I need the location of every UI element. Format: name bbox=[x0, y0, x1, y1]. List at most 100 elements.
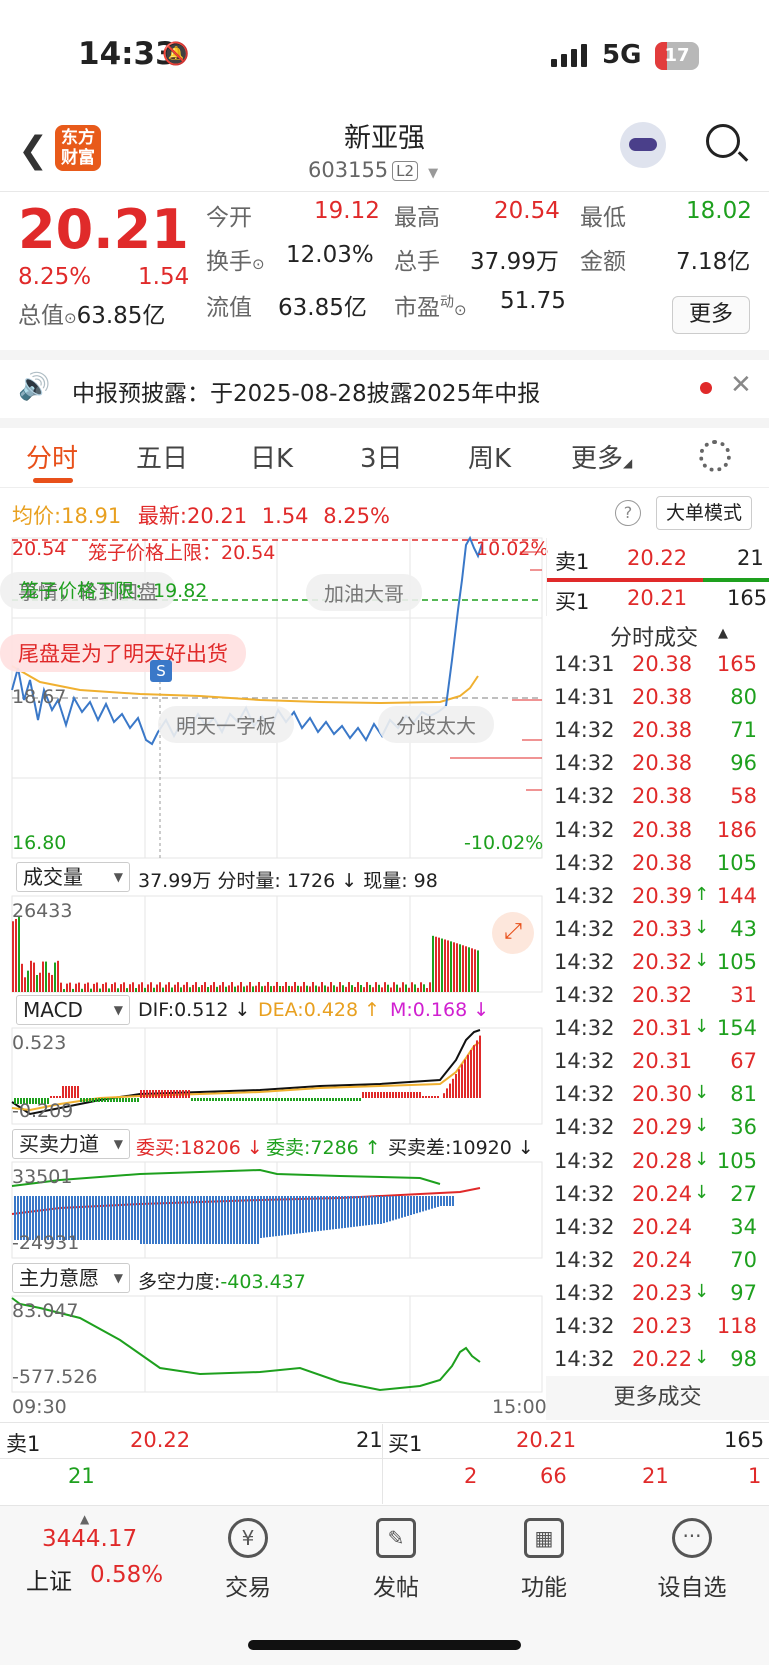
bar bbox=[359, 1196, 361, 1227]
bar bbox=[455, 1074, 457, 1098]
bar bbox=[80, 1098, 82, 1102]
force-dropdown[interactable]: 买卖力道 bbox=[12, 1129, 130, 1159]
bar bbox=[245, 1098, 247, 1101]
force-diff: 买卖差:10920 ↓ bbox=[388, 1137, 534, 1159]
bar bbox=[150, 982, 152, 992]
bar bbox=[357, 982, 359, 992]
nav-post[interactable]: ✎ 发帖 bbox=[346, 1518, 446, 1602]
signal-marker[interactable]: S bbox=[150, 660, 172, 682]
ticks-title[interactable]: 分时成交 bbox=[610, 620, 698, 652]
more-ticks-button[interactable]: 更多成交 bbox=[546, 1376, 769, 1420]
nav-add-watchlist[interactable]: ··· 设自选 bbox=[642, 1518, 742, 1602]
bar bbox=[167, 1196, 169, 1244]
tick-row: 14:31 20.38 80 bbox=[554, 685, 757, 710]
bar bbox=[222, 982, 224, 992]
bar bbox=[375, 982, 377, 992]
expand-icon[interactable]: ⤢ bbox=[492, 912, 534, 954]
bar bbox=[59, 1096, 61, 1098]
bar bbox=[272, 1196, 274, 1237]
bar bbox=[204, 982, 206, 992]
tab-indicator bbox=[33, 478, 73, 483]
bar bbox=[215, 1098, 217, 1101]
bar bbox=[164, 1196, 166, 1244]
index-value[interactable]: 3444.17 bbox=[42, 1526, 137, 1552]
bar bbox=[359, 1098, 361, 1101]
tick-row: 14:32 20.38 186 bbox=[554, 817, 757, 842]
bar bbox=[98, 1098, 100, 1102]
bar bbox=[137, 1098, 139, 1102]
tab-daily-k[interactable]: 日K bbox=[250, 438, 293, 475]
bottom-buy-row2-cell: 2 bbox=[464, 1464, 478, 1488]
tick-row: 14:32 20.31 ↓ 154 bbox=[554, 1016, 757, 1041]
bar bbox=[116, 1098, 118, 1102]
tab-intraday[interactable]: 分时 bbox=[26, 438, 78, 475]
bar bbox=[296, 1098, 298, 1101]
bar bbox=[278, 1098, 280, 1101]
nav-trade[interactable]: ¥ 交易 bbox=[198, 1518, 298, 1602]
expand-up-icon[interactable]: ▲ bbox=[80, 1512, 89, 1526]
tab-weekly-k[interactable]: 周K bbox=[468, 438, 511, 475]
macd-dropdown[interactable]: MACD bbox=[16, 995, 130, 1025]
stock-code-selector[interactable]: 603155 L2 ▼ bbox=[308, 158, 438, 182]
bar bbox=[362, 1092, 364, 1098]
divider bbox=[0, 350, 769, 360]
bar bbox=[401, 1196, 403, 1218]
bar bbox=[206, 1098, 208, 1101]
bar bbox=[194, 1098, 196, 1101]
bar bbox=[360, 985, 362, 992]
grid-icon: ▦ bbox=[524, 1518, 564, 1558]
bar bbox=[104, 1098, 106, 1102]
bar bbox=[233, 1098, 235, 1101]
bar bbox=[407, 1092, 409, 1098]
tab-five-day[interactable]: 五日 bbox=[136, 438, 188, 475]
intent-dropdown[interactable]: 主力意愿 bbox=[12, 1263, 130, 1293]
chart-tabs: 分时 五日 日K 3日 周K 更多◢ bbox=[0, 428, 769, 488]
bar bbox=[462, 945, 464, 992]
bar bbox=[335, 1098, 337, 1101]
bar bbox=[99, 988, 101, 992]
comment-bubble[interactable]: 尾盘是为了明天好出货 bbox=[0, 634, 246, 672]
bar bbox=[461, 1064, 463, 1098]
bar bbox=[21, 963, 23, 992]
nav-functions[interactable]: ▦ 功能 bbox=[494, 1518, 594, 1602]
assistant-robot-icon[interactable] bbox=[620, 122, 666, 168]
bar bbox=[210, 985, 212, 992]
bar bbox=[449, 1196, 451, 1206]
bar bbox=[207, 986, 209, 992]
bar bbox=[270, 986, 272, 992]
bar bbox=[426, 988, 428, 992]
bar bbox=[131, 1098, 133, 1102]
help-icon[interactable]: ? bbox=[615, 500, 641, 526]
index-pct[interactable]: 0.58% bbox=[90, 1562, 163, 1588]
bar bbox=[267, 982, 269, 992]
comment-bubble[interactable]: 分歧太大 bbox=[378, 706, 494, 743]
bar bbox=[74, 1086, 76, 1098]
bar bbox=[398, 1092, 400, 1098]
force-bottom: -24931 bbox=[12, 1232, 80, 1254]
bar bbox=[126, 988, 128, 992]
comment-bubble[interactable]: 加油大哥 bbox=[306, 574, 422, 611]
bar bbox=[332, 1196, 334, 1230]
gear-icon[interactable] bbox=[699, 440, 731, 472]
notice-bar[interactable]: 🔊 中报预披露：于2025-08-28披露2025年中报 ✕ bbox=[0, 360, 769, 418]
bar bbox=[288, 985, 290, 992]
bar bbox=[234, 986, 236, 992]
bar bbox=[107, 1098, 109, 1102]
turnover-label: 换手⊙ bbox=[206, 249, 265, 275]
bar bbox=[236, 1196, 238, 1244]
bar bbox=[188, 1090, 190, 1098]
index-name[interactable]: 上证 bbox=[26, 1562, 72, 1596]
volume-dropdown[interactable]: 成交量 bbox=[16, 862, 130, 892]
bar bbox=[401, 1092, 403, 1098]
bar bbox=[248, 1098, 250, 1101]
more-quote-button[interactable]: 更多 bbox=[672, 296, 750, 334]
close-icon[interactable]: ✕ bbox=[730, 370, 752, 400]
big-order-mode-button[interactable]: 大单模式 bbox=[656, 496, 752, 530]
bar bbox=[239, 1098, 241, 1101]
tab-more[interactable]: 更多◢ bbox=[571, 438, 632, 475]
search-icon[interactable] bbox=[706, 124, 740, 158]
float-value: 63.85亿 bbox=[278, 295, 367, 321]
sort-icon[interactable]: ▲ bbox=[718, 626, 728, 641]
tab-three-day[interactable]: 3日 bbox=[360, 438, 403, 475]
comment-bubble[interactable]: 明天一字板 bbox=[158, 706, 294, 743]
